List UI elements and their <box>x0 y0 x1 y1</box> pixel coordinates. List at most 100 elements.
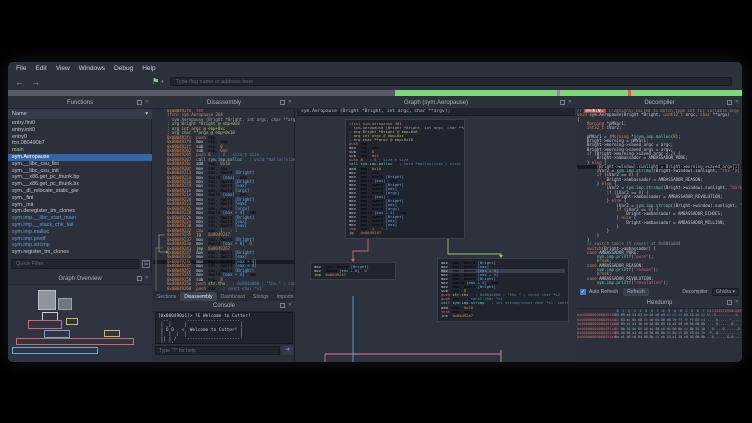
function-list-item[interactable]: entry.init0 <box>8 127 152 134</box>
console-title: Console <box>213 303 235 309</box>
auto-refresh-label: Auto Refresh <box>589 289 618 295</box>
seek-segment <box>557 90 560 96</box>
minimap-block <box>44 330 70 338</box>
minimap-block <box>28 320 62 329</box>
hexdump-content[interactable]: 0 1 2 3 4 5 6 7 8 9 A B C D E F012345678… <box>577 309 742 361</box>
refresh-button[interactable]: Refresh <box>623 288 649 296</box>
graph-node-line: jmp 0x8049267 <box>314 273 392 277</box>
flag-icon: ⚑ <box>152 77 159 86</box>
function-signature-bar: sym.Aeropause (Bright *Bright, int argc,… <box>297 108 575 116</box>
close-icon[interactable]: ✕ <box>145 100 149 105</box>
function-list-item[interactable]: sym.imp.__stack_chk_fail <box>8 222 152 229</box>
console-input[interactable]: Type "?" for help <box>155 346 280 355</box>
tab-dashboard[interactable]: Dashboard <box>217 292 249 301</box>
minimap-block <box>104 330 120 337</box>
menu-item-file[interactable]: File <box>16 65 26 72</box>
function-list-item[interactable]: sym.imp.__libc_start_main <box>8 215 152 222</box>
function-list-item[interactable]: entry.fini0 <box>8 120 152 127</box>
graph-canvas[interactable]: (fcn) sym.Aeropause 364 sym.Aeropause (B… <box>297 116 575 362</box>
graph-overview-title: Graph Overview <box>58 276 101 282</box>
chevron-down-icon: ▾ <box>145 111 148 117</box>
console-output[interactable]: [0x080490a1]> ?E Welcome to Cutter! .--.… <box>155 312 293 344</box>
tab-imports[interactable]: Imports <box>273 292 298 301</box>
graph-node-entry[interactable]: (fcn) sym.Aeropause 364 sym.Aeropause (B… <box>345 119 465 239</box>
float-icon[interactable] <box>560 100 565 105</box>
tab-disassembly[interactable]: Disassembly <box>180 292 216 301</box>
hexdump-row[interactable]: 0x00000000080491e00a a1 40 c0 04 08 8b 0… <box>577 335 742 339</box>
cutter-window: File Edit View Windows Debug Help ← → ⚑ ▾ Typ… <box>8 62 742 362</box>
decompiler-code[interactable]: // WARNING: [r2ghidra] Failed to match t… <box>577 109 742 285</box>
graph-node-line: jg 0x8049247 <box>349 231 461 235</box>
decompiler-toolbar: ✓ Auto Refresh Refresh Decompiler: Ghidr… <box>577 286 742 297</box>
float-icon[interactable] <box>727 300 732 305</box>
close-icon[interactable]: ✕ <box>145 276 149 281</box>
forward-arrow-icon[interactable]: → <box>31 77 40 87</box>
function-list-item[interactable]: sym.__libc_csu_init <box>8 168 152 175</box>
graph-node-line: jne 0x80492a7 <box>441 314 565 318</box>
engine-select[interactable]: Ghidra ▾ <box>712 288 739 296</box>
menu-item-debug[interactable]: Debug <box>114 65 133 72</box>
menu-item-help[interactable]: Help <box>142 65 155 72</box>
function-list-item[interactable]: sym.__libc_csu_fini <box>8 161 152 168</box>
functions-column-header[interactable]: Name ▾ <box>8 109 152 119</box>
tab-sections[interactable]: Sections <box>153 292 180 301</box>
back-arrow-icon[interactable]: ← <box>15 77 24 87</box>
decompiler-title: Decompiler <box>644 100 674 106</box>
function-list-item[interactable]: entry0 <box>8 134 152 141</box>
menu-item-windows[interactable]: Windows <box>79 65 105 72</box>
minimap-block <box>16 338 134 345</box>
decompiler-line[interactable]: void sym.Aeropause(Bright *Bright, uint3… <box>577 113 742 117</box>
function-list-item[interactable]: sym.deregister_tm_clones <box>8 208 152 215</box>
close-icon[interactable]: ✕ <box>288 100 292 105</box>
graph-overview-minimap[interactable] <box>8 286 152 362</box>
disassembly-listing[interactable]: 0x080491fb ret (fcn) sym.Aeropause 364 s… <box>153 109 295 291</box>
function-list-item[interactable]: sym.imp.strcmp <box>8 242 152 249</box>
close-icon[interactable]: ✕ <box>568 100 572 105</box>
graph-overview-header: Graph Overview ✕ <box>8 274 152 285</box>
decompiler-header: Decompiler ✕ <box>577 98 742 109</box>
function-list-item[interactable]: sym._dl_relocate_static_pie <box>8 188 152 195</box>
graph-node-true-branch[interactable]: mov eax, dword [Bright]mov eax, dword [e… <box>437 258 569 322</box>
hexdump-header: Hexdump ✕ <box>577 298 742 309</box>
minimap-block <box>12 347 98 354</box>
flag-dropdown[interactable]: ⚑ ▾ <box>152 77 164 86</box>
function-list-item[interactable]: main <box>8 147 152 154</box>
float-icon[interactable] <box>137 100 142 105</box>
float-icon[interactable] <box>280 100 285 105</box>
console-send-button[interactable]: ➜ <box>282 346 293 355</box>
chevron-down-icon: ▾ <box>161 79 164 85</box>
search-input[interactable]: Type flag name or address here <box>170 77 732 86</box>
disassembly-header: Disassembly ✕ <box>153 98 295 109</box>
float-icon[interactable] <box>727 100 732 105</box>
graph-node-false-branch[interactable]: mov eax, dword [Bright]mov dword [eax + … <box>310 262 396 280</box>
function-list-item[interactable]: fcn.080490b7 <box>8 140 152 147</box>
close-icon[interactable]: ✕ <box>735 100 739 105</box>
tab-strings[interactable]: Strings <box>249 292 273 301</box>
function-list-item[interactable]: sym.register_tm_clones <box>8 249 152 256</box>
function-list-item[interactable]: sym.imp.printf <box>8 236 152 243</box>
functions-list: entry.fini0entry.init0entry0fcn.080490b7… <box>8 120 152 256</box>
close-icon[interactable]: ✕ <box>288 303 292 308</box>
disassembly-title: Disassembly <box>207 100 241 106</box>
seek-bar[interactable] <box>8 90 742 96</box>
function-list-item[interactable]: sym.__x86.get_pc_thunk.bp <box>8 174 152 181</box>
menu-bar: File Edit View Windows Debug Help <box>8 62 742 74</box>
menu-item-view[interactable]: View <box>56 65 70 72</box>
function-list-item[interactable]: sym._init <box>8 202 152 209</box>
menu-item-edit[interactable]: Edit <box>35 65 46 72</box>
float-icon[interactable] <box>280 303 285 308</box>
console-header: Console ✕ <box>153 301 295 312</box>
jump-arrows <box>153 109 169 291</box>
auto-refresh-checkbox[interactable]: ✓ <box>580 289 586 295</box>
minimap-block <box>66 318 78 325</box>
function-list-item[interactable]: sym._fini <box>8 195 152 202</box>
quick-filter-input[interactable]: Quick Filter <box>11 259 139 269</box>
function-list-item[interactable]: sym.__x86.get_pc_thunk.bx <box>8 181 152 188</box>
graph-title: Graph (sym.Aeropause) <box>404 100 468 106</box>
close-icon[interactable]: ✕ <box>735 300 739 305</box>
float-icon[interactable] <box>137 276 142 281</box>
filter-icon[interactable]: ☰ <box>142 260 150 268</box>
function-list-item[interactable]: sym.imp.malloc <box>8 229 152 236</box>
functions-panel-header: Functions ✕ <box>8 98 152 109</box>
function-list-item[interactable]: sym.Aeropause <box>8 154 152 161</box>
